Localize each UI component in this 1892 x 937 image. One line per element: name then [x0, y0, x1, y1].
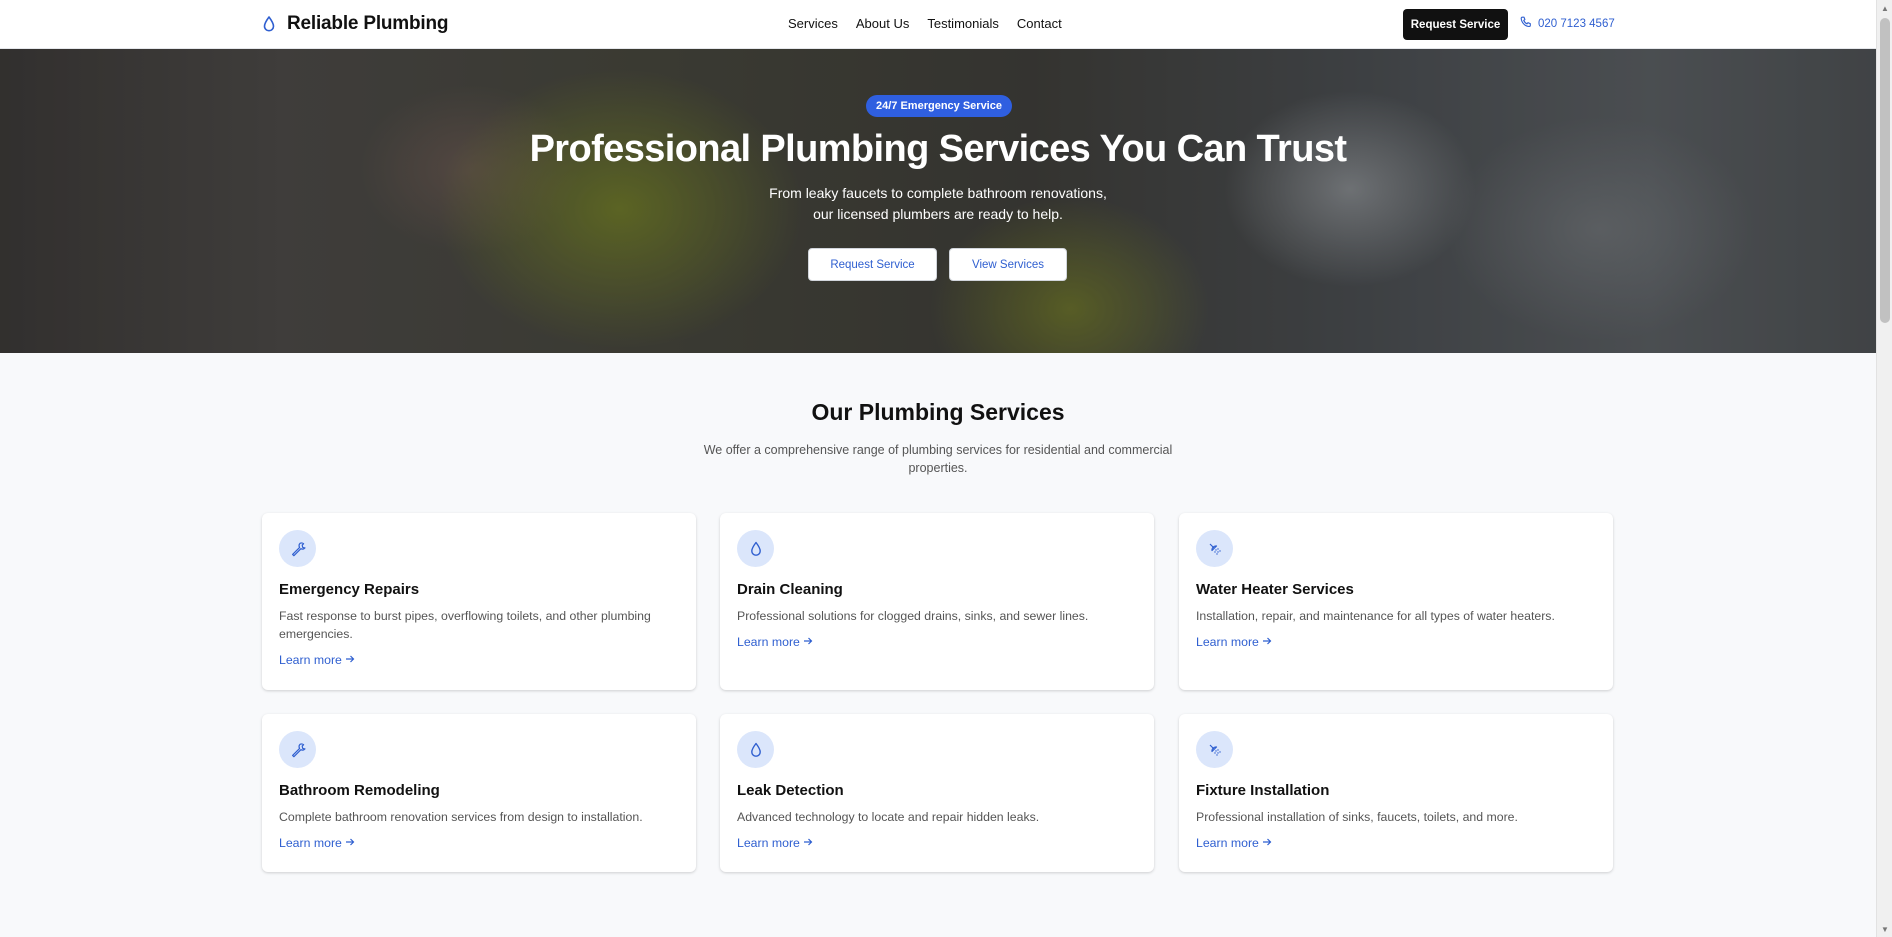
nav-link-contact[interactable]: Contact [1017, 16, 1062, 31]
site-header: Reliable Plumbing Services About Us Test… [0, 0, 1876, 49]
learn-more-link[interactable]: Learn more [1196, 635, 1272, 649]
arrow-right-icon [803, 836, 813, 850]
arrow-right-icon [345, 836, 355, 850]
header-request-service-button[interactable]: Request Service [1403, 9, 1508, 40]
scroll-down-arrow-icon[interactable]: ▼ [1877, 921, 1892, 937]
service-card-fixture-installation: Fixture Installation Professional instal… [1179, 714, 1613, 872]
services-section: Our Plumbing Services We offer a compreh… [0, 353, 1876, 937]
service-card-description: Professional installation of sinks, fauc… [1196, 810, 1518, 824]
learn-more-link[interactable]: Learn more [1196, 836, 1272, 850]
learn-more-label: Learn more [737, 836, 800, 850]
shower-icon [1196, 530, 1233, 567]
arrow-right-icon [1262, 635, 1272, 649]
services-subtitle: We offer a comprehensive range of plumbi… [703, 443, 1173, 475]
hero-content: 24/7 Emergency Service Professional Plum… [0, 49, 1876, 353]
droplet-icon [737, 530, 774, 567]
service-card-title: Bathroom Remodeling [279, 782, 440, 799]
arrow-right-icon [803, 635, 813, 649]
scroll-up-arrow-icon[interactable]: ▲ [1877, 0, 1892, 16]
service-card-title: Emergency Repairs [279, 581, 420, 598]
services-title: Our Plumbing Services [811, 399, 1065, 425]
main-nav: Services About Us Testimonials Contact [788, 16, 1062, 31]
nav-link-services[interactable]: Services [788, 16, 838, 31]
service-card-emergency-repairs: Emergency Repairs Fast response to burst… [262, 513, 696, 690]
wrench-icon [279, 731, 316, 768]
learn-more-label: Learn more [737, 635, 800, 649]
emergency-badge: 24/7 Emergency Service [866, 95, 1012, 117]
learn-more-link[interactable]: Learn more [279, 653, 355, 667]
service-card-description: Advanced technology to locate and repair… [737, 810, 1040, 824]
service-card-description: Installation, repair, and maintenance fo… [1196, 609, 1555, 623]
learn-more-link[interactable]: Learn more [737, 836, 813, 850]
service-card-drain-cleaning: Drain Cleaning Professional solutions fo… [720, 513, 1154, 690]
droplet-icon [737, 731, 774, 768]
service-card-description: Complete bathroom renovation services fr… [279, 810, 643, 824]
service-card-description: Fast response to burst pipes, overflowin… [279, 609, 651, 641]
phone-link[interactable]: 020 7123 4567 [1520, 16, 1615, 31]
learn-more-label: Learn more [1196, 836, 1259, 850]
learn-more-link[interactable]: Learn more [279, 836, 355, 850]
service-card-bathroom-remodeling: Bathroom Remodeling Complete bathroom re… [262, 714, 696, 872]
page-scrollbar[interactable]: ▲ ▼ [1876, 0, 1892, 937]
learn-more-label: Learn more [279, 836, 342, 850]
hero-request-service-button[interactable]: Request Service [808, 248, 937, 281]
phone-icon [1520, 16, 1532, 31]
arrow-right-icon [345, 653, 355, 667]
brand-logo[interactable]: Reliable Plumbing [263, 13, 448, 35]
hero-view-services-button[interactable]: View Services [949, 248, 1067, 281]
hero-title: Professional Plumbing Services You Can T… [529, 128, 1347, 170]
service-card-leak-detection: Leak Detection Advanced technology to lo… [720, 714, 1154, 872]
hero-subtitle: From leaky faucets to complete bathroom … [769, 185, 1107, 222]
arrow-right-icon [1262, 836, 1272, 850]
brand-name: Reliable Plumbing [287, 13, 449, 34]
page: Reliable Plumbing Services About Us Test… [0, 0, 1876, 937]
learn-more-label: Learn more [279, 653, 342, 667]
shower-icon [1196, 731, 1233, 768]
learn-more-link[interactable]: Learn more [737, 635, 813, 649]
service-card-title: Fixture Installation [1196, 782, 1330, 799]
service-card-title: Water Heater Services [1196, 581, 1354, 598]
service-card-water-heater-services: Water Heater Services Installation, repa… [1179, 513, 1613, 690]
service-card-title: Leak Detection [737, 782, 844, 799]
nav-link-testimonials[interactable]: Testimonials [927, 16, 999, 31]
droplet-icon [263, 13, 279, 35]
hero-section: 24/7 Emergency Service Professional Plum… [0, 49, 1876, 353]
scrollbar-thumb[interactable] [1880, 18, 1890, 323]
service-card-title: Drain Cleaning [737, 581, 843, 598]
learn-more-label: Learn more [1196, 635, 1259, 649]
phone-number: 020 7123 4567 [1538, 17, 1615, 30]
nav-link-about-us[interactable]: About Us [856, 16, 909, 31]
wrench-icon [279, 530, 316, 567]
service-card-description: Professional solutions for clogged drain… [737, 609, 1089, 623]
